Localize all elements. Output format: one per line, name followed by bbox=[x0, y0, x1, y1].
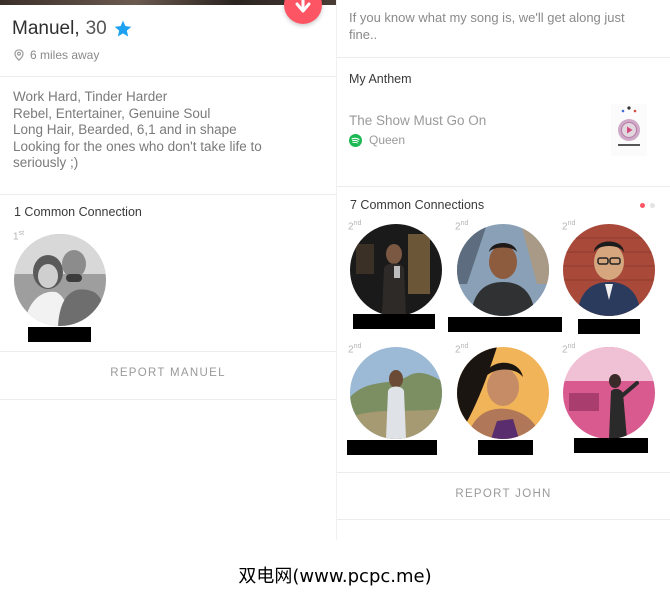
connection-degree: 2nd bbox=[348, 343, 362, 356]
star-verified-icon bbox=[114, 20, 132, 37]
redacted-name bbox=[478, 440, 533, 455]
avatar bbox=[350, 347, 442, 439]
common-connections-title: 1 Common Connection bbox=[14, 205, 142, 219]
distance-row: 6 miles away bbox=[14, 48, 99, 62]
report-manuel-button[interactable]: REPORT MANUEL bbox=[0, 367, 336, 379]
connection-degree: 2nd bbox=[562, 343, 576, 356]
arrow-down-icon bbox=[295, 0, 311, 13]
bio-line: Long Hair, Bearded, 6,1 and in shape bbox=[13, 122, 237, 138]
location-pin-icon bbox=[14, 49, 24, 61]
carousel-pagination[interactable] bbox=[640, 203, 655, 208]
redacted-name bbox=[353, 314, 435, 329]
redacted-name bbox=[347, 440, 437, 455]
bio-line: seriously ;) bbox=[13, 155, 79, 171]
avatar bbox=[563, 347, 655, 439]
collapse-profile-button[interactable] bbox=[284, 0, 322, 24]
spotify-icon bbox=[349, 133, 362, 147]
connection-degree: 1st bbox=[13, 230, 25, 243]
common-connections-title: 7 Common Connections bbox=[350, 198, 485, 212]
redacted-name bbox=[574, 438, 648, 453]
avatar bbox=[457, 224, 549, 316]
artist-name: Queen bbox=[369, 133, 406, 147]
avatar bbox=[457, 347, 549, 439]
redacted-name bbox=[578, 319, 640, 334]
song-title[interactable]: The Show Must Go On bbox=[349, 113, 486, 128]
report-john-button[interactable]: REPORT JOHN bbox=[337, 488, 670, 500]
connection-degree: 2nd bbox=[455, 343, 469, 356]
redacted-name bbox=[448, 317, 562, 332]
bio-line: Work Hard, Tinder Harder bbox=[13, 89, 168, 104]
connection-degree: 2nd bbox=[562, 220, 576, 233]
bio-line: Rebel, Entertainer, Genuine Soul bbox=[13, 105, 211, 121]
redacted-name bbox=[28, 327, 91, 342]
profile-age: 30 bbox=[85, 18, 107, 39]
avatar bbox=[563, 224, 655, 316]
profile-name-row: Manuel, 30 bbox=[12, 18, 133, 40]
distance-text: 6 miles away bbox=[30, 48, 100, 62]
profile-bio: Work Hard, Tinder Harder Rebel, Entertai… bbox=[13, 89, 262, 172]
album-art[interactable] bbox=[611, 104, 647, 156]
watermark: 双电网(www.pcpc.me) bbox=[238, 566, 432, 587]
connection-degree: 2nd bbox=[348, 220, 362, 233]
avatar bbox=[14, 234, 106, 326]
profile-name: Manuel, bbox=[12, 18, 80, 39]
connection-degree: 2nd bbox=[455, 220, 469, 233]
profile-panel-john: If you know what my song is, we'll get a… bbox=[336, 0, 670, 540]
bio-line: Looking for the ones who don't take life… bbox=[13, 138, 262, 154]
profile-panel-manuel: Manuel, 30 6 miles away Work Hard, Tinde… bbox=[0, 0, 336, 540]
page-dot[interactable] bbox=[650, 203, 655, 208]
avatar bbox=[350, 224, 442, 316]
page-dot-active[interactable] bbox=[640, 203, 645, 208]
song-intro-text: If you know what my song is, we'll get a… bbox=[349, 10, 625, 42]
anthem-title: My Anthem bbox=[349, 72, 412, 86]
artist-row: Queen bbox=[349, 133, 405, 147]
